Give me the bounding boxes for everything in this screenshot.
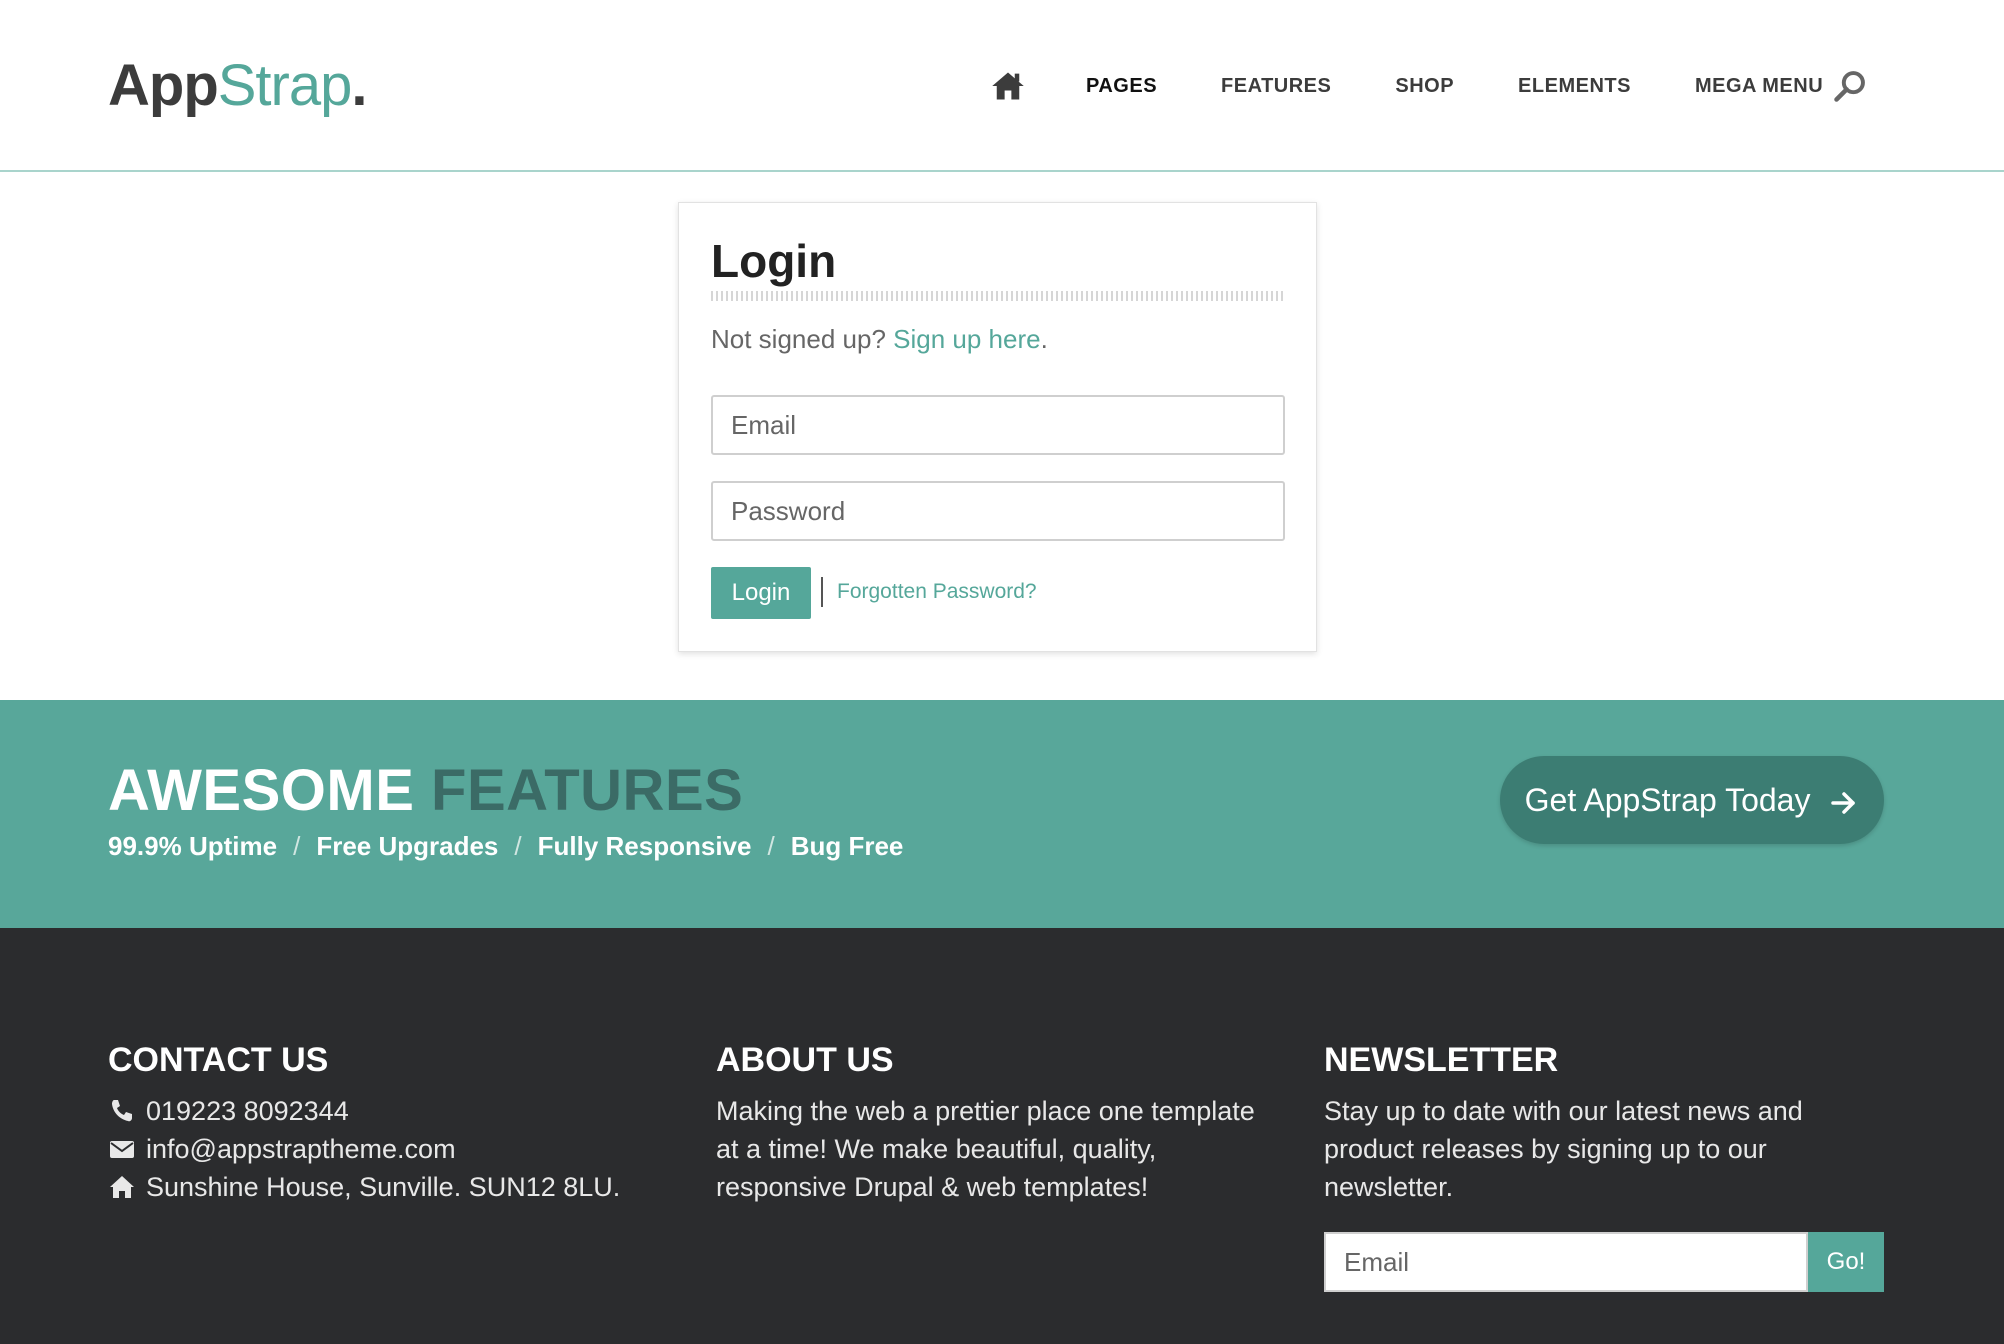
login-card: Login Not signed up? Sign up here. Email…: [678, 202, 1317, 652]
perk-separator: /: [514, 831, 522, 861]
contact-phone: 019223 8092344: [108, 1092, 668, 1130]
nav-item-pages[interactable]: PAGES: [1086, 75, 1157, 98]
newsletter-text: Stay up to date with our latest news and…: [1324, 1096, 1803, 1202]
contact-address: Sunshine House, Sunville. SUN12 8LU.: [108, 1168, 668, 1206]
signup-period: .: [1040, 324, 1048, 354]
features-title-dark: FEATURES: [431, 758, 744, 823]
get-appstrap-button[interactable]: Get AppStrap Today: [1500, 756, 1884, 844]
contact-title: CONTACT US: [108, 1041, 329, 1079]
contact-email: info@appstraptheme.com: [108, 1130, 668, 1168]
nav-item-features[interactable]: FEATURES: [1221, 75, 1331, 98]
cta-label: Get AppStrap Today: [1524, 782, 1811, 818]
signup-prompt-text: Not signed up?: [711, 324, 894, 354]
nav-item-shop[interactable]: SHOP: [1395, 75, 1454, 98]
about-column: ABOUT US Making the web a prettier place…: [716, 1040, 1276, 1206]
perk-separator: /: [293, 831, 301, 861]
about-title: ABOUT US: [716, 1041, 894, 1079]
contact-email-text[interactable]: info@appstraptheme.com: [146, 1130, 456, 1168]
nav-item-elements[interactable]: ELEMENTS: [1518, 75, 1631, 98]
login-button[interactable]: Login: [711, 567, 811, 619]
perk-item: Fully Responsive: [537, 831, 752, 861]
contact-phone-text: 019223 8092344: [146, 1096, 349, 1126]
newsletter-title: NEWSLETTER: [1324, 1041, 1559, 1079]
features-perks: 99.9% Uptime / Free Upgrades / Fully Res…: [108, 828, 903, 864]
signup-prompt: Not signed up? Sign up here.: [711, 321, 1048, 357]
login-title: Login: [711, 235, 837, 287]
perk-item: Free Upgrades: [316, 831, 499, 861]
main-nav: PAGES FEATURES SHOP ELEMENTS MEGA MENU: [990, 64, 1887, 108]
nav-item-mega-menu[interactable]: MEGA MENU: [1695, 75, 1823, 98]
site-footer: CONTACT US 019223 8092344 info@appstrapt…: [0, 928, 2004, 1344]
features-band: AWESOME FEATURES 99.9% Uptime / Free Upg…: [0, 700, 2004, 928]
arrow-right-icon: [1831, 791, 1856, 814]
search-icon[interactable]: [1832, 68, 1868, 104]
envelope-icon: [110, 1141, 134, 1158]
logo-part-app: App: [108, 53, 219, 118]
site-header: AppStrap. PAGES FEATURES SHOP ELEMENTS M…: [0, 0, 2004, 172]
about-text: Making the web a prettier place one temp…: [716, 1096, 1255, 1202]
email-input[interactable]: Email: [711, 395, 1285, 455]
password-input[interactable]: Password: [711, 481, 1285, 541]
title-divider: [711, 291, 1285, 301]
logo-part-dot: .: [351, 53, 367, 118]
phone-icon: [112, 1100, 132, 1122]
newsletter-form: Email Go!: [1324, 1232, 1884, 1292]
link-separator: [821, 577, 823, 607]
home-icon: [110, 1176, 134, 1198]
newsletter-column: NEWSLETTER Stay up to date with our late…: [1324, 1040, 1884, 1206]
features-title: AWESOME FEATURES: [108, 756, 743, 826]
forgot-password-link[interactable]: Forgotten Password?: [837, 577, 1037, 607]
features-title-white: AWESOME: [108, 758, 415, 823]
signup-link[interactable]: Sign up here: [893, 324, 1040, 354]
perk-item: 99.9% Uptime: [108, 831, 278, 861]
contact-address-text: Sunshine House, Sunville. SUN12 8LU.: [146, 1172, 621, 1202]
perk-separator: /: [767, 831, 775, 861]
newsletter-email-input[interactable]: Email: [1324, 1232, 1808, 1292]
newsletter-submit-button[interactable]: Go!: [1808, 1232, 1884, 1292]
logo-part-strap: Strap: [217, 53, 353, 118]
home-icon[interactable]: [990, 68, 1026, 104]
site-logo[interactable]: AppStrap.: [108, 52, 368, 120]
contact-column: CONTACT US 019223 8092344 info@appstrapt…: [108, 1040, 668, 1206]
perk-item: Bug Free: [790, 831, 904, 861]
